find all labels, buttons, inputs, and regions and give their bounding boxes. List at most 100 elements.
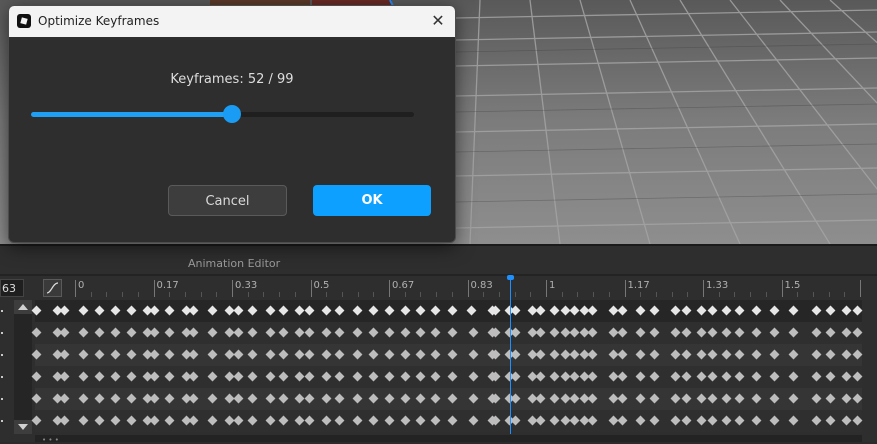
keyframe-marker[interactable] — [447, 327, 457, 338]
keyframe-marker[interactable] — [825, 393, 835, 404]
keyframe-marker[interactable] — [696, 393, 706, 404]
keyframe-marker[interactable] — [825, 349, 835, 360]
keyframe-marker[interactable] — [608, 305, 618, 316]
keyframe-marker[interactable] — [334, 305, 344, 316]
keyframe-marker[interactable] — [430, 393, 440, 404]
keyframe-marker[interactable] — [78, 305, 88, 316]
keyframe-marker[interactable] — [278, 349, 288, 360]
keyframe-marker[interactable] — [769, 371, 779, 382]
keyframe-marker[interactable] — [535, 327, 545, 338]
keyframe-marker[interactable] — [207, 371, 217, 382]
keyframe-marker[interactable] — [811, 327, 821, 338]
keyframe-marker[interactable] — [560, 305, 570, 316]
keyframe-marker[interactable] — [384, 371, 394, 382]
keyframe-marker[interactable] — [825, 415, 835, 426]
keyframe-marker[interactable] — [587, 371, 597, 382]
keyframe-marker[interactable] — [696, 349, 706, 360]
keyframe-marker[interactable] — [224, 393, 234, 404]
track-scrollbar[interactable] — [14, 300, 32, 434]
keyframe-marker[interactable] — [188, 349, 198, 360]
keyframe-marker[interactable] — [549, 415, 559, 426]
keyframe-marker[interactable] — [294, 305, 304, 316]
keyframe-marker[interactable] — [769, 415, 779, 426]
keyframe-marker[interactable] — [707, 371, 717, 382]
close-icon[interactable]: ✕ — [431, 11, 444, 30]
joint-track[interactable] — [31, 366, 862, 388]
keyframe-marker[interactable] — [535, 305, 545, 316]
keyframe-marker[interactable] — [164, 393, 174, 404]
keyframe-marker[interactable] — [368, 415, 378, 426]
keyframe-marker[interactable] — [233, 349, 243, 360]
keyframe-marker[interactable] — [825, 371, 835, 382]
keyframe-marker[interactable] — [110, 327, 120, 338]
keyframe-marker[interactable] — [304, 327, 314, 338]
keyframe-marker[interactable] — [721, 415, 731, 426]
keyframe-marker[interactable] — [94, 371, 104, 382]
keyframe-marker[interactable] — [415, 371, 425, 382]
keyframe-marker[interactable] — [94, 305, 104, 316]
keyframe-marker[interactable] — [468, 349, 478, 360]
keyframe-marker[interactable] — [265, 327, 275, 338]
keyframe-marker[interactable] — [247, 349, 257, 360]
keyframe-marker[interactable] — [670, 371, 680, 382]
keyframe-marker[interactable] — [415, 327, 425, 338]
keyframe-marker[interactable] — [852, 327, 862, 338]
keyframe-marker[interactable] — [670, 415, 680, 426]
keyframe-marker[interactable] — [233, 371, 243, 382]
keyframe-marker[interactable] — [587, 305, 597, 316]
keyframe-marker[interactable] — [560, 415, 570, 426]
keyframe-marker[interactable] — [294, 393, 304, 404]
keyframe-marker[interactable] — [265, 371, 275, 382]
keyframe-marker[interactable] — [59, 349, 69, 360]
keyframe-marker[interactable] — [126, 327, 136, 338]
keyframe-marker[interactable] — [110, 393, 120, 404]
keyframe-marker[interactable] — [149, 349, 159, 360]
keyframe-marker[interactable] — [149, 327, 159, 338]
keyframe-marker[interactable] — [447, 415, 457, 426]
keyframe-marker[interactable] — [368, 371, 378, 382]
keyframe-marker[interactable] — [384, 415, 394, 426]
keyframe-marker[interactable] — [751, 393, 761, 404]
keyframe-marker[interactable] — [304, 305, 314, 316]
keyframe-marker[interactable] — [304, 415, 314, 426]
keyframe-marker[interactable] — [384, 349, 394, 360]
keyframe-marker[interactable] — [59, 415, 69, 426]
keyframe-marker[interactable] — [294, 415, 304, 426]
keyframe-marker[interactable] — [207, 305, 217, 316]
keyframe-marker[interactable] — [811, 305, 821, 316]
keyframe-marker[interactable] — [635, 349, 645, 360]
keyframe-marker[interactable] — [188, 415, 198, 426]
keyframe-marker[interactable] — [400, 349, 410, 360]
keyframe-marker[interactable] — [294, 349, 304, 360]
keyframe-marker[interactable] — [617, 393, 627, 404]
keyframe-marker[interactable] — [207, 327, 217, 338]
keyframe-marker[interactable] — [321, 327, 331, 338]
keyframe-marker[interactable] — [334, 415, 344, 426]
keyframe-marker[interactable] — [334, 371, 344, 382]
keyframe-marker[interactable] — [560, 349, 570, 360]
keyframe-marker[interactable] — [384, 305, 394, 316]
keyframe-marker[interactable] — [841, 349, 851, 360]
keyframe-marker[interactable] — [617, 371, 627, 382]
keyframe-marker[interactable] — [670, 305, 680, 316]
keyframe-marker[interactable] — [149, 393, 159, 404]
keyframe-marker[interactable] — [608, 393, 618, 404]
keyframe-marker[interactable] — [278, 327, 288, 338]
keyframe-marker[interactable] — [649, 305, 659, 316]
keyframe-marker[interactable] — [368, 349, 378, 360]
keyframe-marker[interactable] — [188, 371, 198, 382]
keyframe-marker[interactable] — [721, 393, 731, 404]
keyframe-marker[interactable] — [587, 415, 597, 426]
keyframe-marker[interactable] — [841, 305, 851, 316]
keyframe-marker[interactable] — [681, 349, 691, 360]
keyframe-marker[interactable] — [549, 305, 559, 316]
keyframe-marker[interactable] — [681, 327, 691, 338]
keyframe-marker[interactable] — [94, 349, 104, 360]
keyframe-marker[interactable] — [635, 371, 645, 382]
keyframe-marker[interactable] — [224, 371, 234, 382]
keyframe-marker[interactable] — [569, 349, 579, 360]
keyframe-marker[interactable] — [247, 393, 257, 404]
keyframe-marker[interactable] — [233, 327, 243, 338]
ok-button[interactable]: OK — [313, 185, 431, 216]
keyframe-marker[interactable] — [608, 327, 618, 338]
